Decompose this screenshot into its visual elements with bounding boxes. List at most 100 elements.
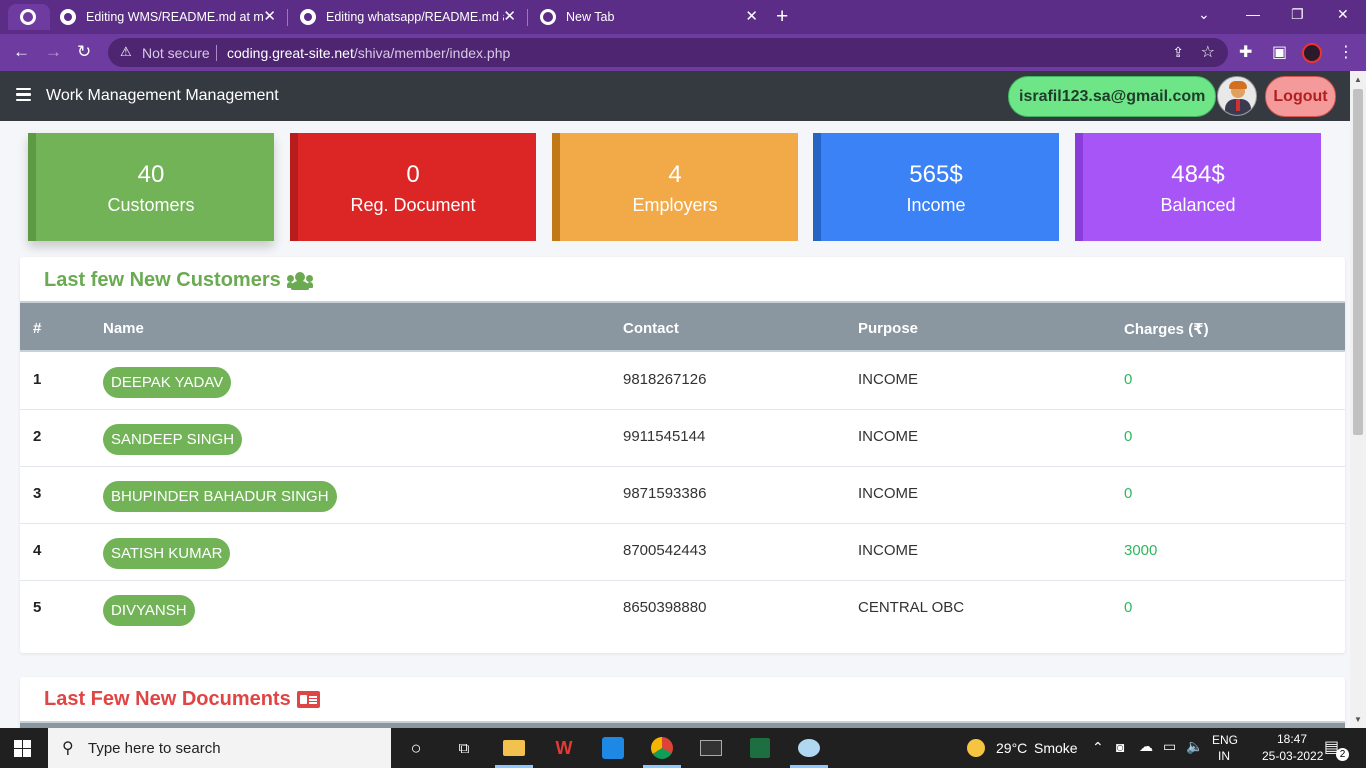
column-header-contact: Contact [623, 320, 679, 337]
restore-button[interactable]: ❐ [1291, 6, 1304, 23]
stat-label: Employers [632, 195, 718, 215]
new-customers-title: Last few New Customers [44, 269, 281, 291]
tab-whatsapp-readme[interactable]: Editing whatsapp/README.md at main ✕ [288, 4, 526, 30]
customer-name-badge[interactable]: BHUPINDER BAHADUR SINGH [103, 481, 337, 512]
profile-avatar[interactable] [1302, 43, 1322, 63]
weather-desc[interactable]: Smoke [1034, 740, 1078, 756]
user-email-badge[interactable]: israfil123.sa@gmail.com [1008, 76, 1217, 117]
taskbar-search-box[interactable]: ⚲ Type here to search [48, 728, 391, 768]
share-icon[interactable]: ⇪ [1172, 44, 1184, 61]
excel-icon[interactable] [745, 734, 775, 762]
forward-button[interactable]: → [45, 42, 62, 62]
id-card-icon [296, 691, 320, 708]
meet-now-icon[interactable]: ◙ [1116, 739, 1124, 755]
stat-card-reg-document[interactable]: 0 Reg. Document [290, 133, 536, 241]
onedrive-icon[interactable]: ☁ [1139, 738, 1153, 755]
stat-value: 4 [668, 161, 682, 188]
new-customers-card: Last few New Customers # Name Contact Pu… [20, 257, 1345, 653]
tab-search-chevron-icon[interactable]: ⌄ [1198, 6, 1210, 23]
stat-card-income[interactable]: 565$ Income [813, 133, 1059, 241]
github-icon [300, 9, 316, 25]
customer-charges: 0 [1124, 599, 1133, 616]
column-header-index: # [33, 320, 42, 337]
logout-button[interactable]: Logout [1265, 76, 1336, 117]
minimize-button[interactable]: — [1246, 6, 1260, 22]
menu-toggle-icon[interactable] [16, 88, 31, 102]
search-icon: ⚲ [62, 740, 74, 757]
github-icon [60, 9, 76, 25]
reload-button[interactable]: ↻ [77, 42, 91, 62]
search-placeholder: Type here to search [88, 740, 221, 757]
language-region[interactable]: IN [1218, 749, 1230, 763]
language-code[interactable]: ENG [1212, 733, 1238, 747]
chrome-taskbar-icon[interactable] [647, 734, 677, 762]
tab-wms-readme[interactable]: Editing WMS/README.md at main ✕ [48, 4, 286, 30]
paint-icon[interactable] [794, 734, 824, 762]
network-icon[interactable]: ▭ [1163, 738, 1176, 755]
app-brand[interactable]: Work Management Management [46, 87, 279, 105]
url-text[interactable]: coding.great-site.net/shiva/member/index… [227, 45, 510, 61]
scrollbar-thumb[interactable] [1353, 89, 1363, 435]
notification-count-badge[interactable]: 2 [1336, 748, 1349, 761]
volume-muted-icon[interactable]: 🔈 [1186, 738, 1203, 755]
warning-icon[interactable]: ⚠ [120, 44, 132, 60]
row-index: 5 [33, 599, 42, 616]
vscode-icon[interactable] [598, 734, 628, 762]
terminal-icon[interactable] [696, 734, 726, 762]
clock-date[interactable]: 25-03-2022 [1262, 749, 1323, 763]
customer-name-badge[interactable]: SANDEEP SINGH [103, 424, 243, 455]
show-hidden-icons-icon[interactable]: ⌃ [1092, 739, 1104, 756]
customer-contact: 9911545144 [623, 428, 706, 445]
clock-time[interactable]: 18:47 [1277, 732, 1307, 746]
task-view-icon[interactable]: ⧉ [449, 734, 479, 762]
back-button[interactable]: ← [13, 42, 30, 62]
side-panel-icon[interactable]: ▣ [1272, 42, 1287, 62]
close-tab-icon[interactable]: ✕ [745, 7, 758, 25]
user-avatar[interactable] [1217, 76, 1257, 116]
windows-start-button[interactable] [14, 740, 31, 757]
close-window-button[interactable]: ✕ [1337, 6, 1349, 23]
customer-name-badge[interactable]: SATISH KUMAR [103, 538, 231, 569]
row-index: 1 [33, 371, 42, 388]
stat-card-balanced[interactable]: 484$ Balanced [1075, 133, 1321, 241]
users-icon [286, 271, 313, 290]
new-tab-button[interactable]: + [776, 5, 788, 29]
tab-title: Editing WMS/README.md at main [86, 10, 264, 24]
weather-temp[interactable]: 29°C [996, 740, 1027, 756]
stat-card-customers[interactable]: 40 Customers [28, 133, 274, 241]
close-tab-icon[interactable]: ✕ [263, 7, 276, 25]
tab-search-home[interactable] [8, 4, 50, 30]
customer-purpose: CENTRAL OBC [858, 599, 965, 616]
browser-menu-icon[interactable]: ⋮ [1338, 42, 1354, 62]
close-tab-icon[interactable]: ✕ [503, 7, 516, 25]
new-documents-title: Last Few New Documents [44, 688, 291, 710]
bookmark-star-icon[interactable]: ☆ [1201, 42, 1215, 62]
address-bar[interactable]: ⚠ Not secure coding.great-site.net/shiva… [108, 38, 1228, 67]
url-host: coding.great-site.net [227, 45, 354, 61]
security-label[interactable]: Not secure [142, 45, 210, 61]
browser-tab-bar: Editing WMS/README.md at main ✕ Editing … [0, 0, 1366, 34]
column-header-purpose: Purpose [858, 320, 919, 337]
table-row: 5 DIVYANSH 8650398880 CENTRAL OBC 0 [20, 581, 1345, 638]
customer-name-badge[interactable]: DIVYANSH [103, 595, 195, 626]
weather-icon[interactable] [967, 739, 985, 757]
page-viewport: Work Management Management israfil123.sa… [0, 71, 1350, 728]
scroll-down-arrow-icon[interactable]: ▼ [1354, 715, 1362, 724]
url-path: /shiva/member/index.php [353, 45, 511, 61]
page-scrollbar[interactable]: ▲ ▼ [1350, 71, 1366, 728]
customer-charges: 3000 [1124, 542, 1158, 559]
stat-card-employers[interactable]: 4 Employers [552, 133, 798, 241]
cortana-icon[interactable]: ○ [401, 734, 431, 762]
documents-table-header [20, 721, 1345, 728]
customer-purpose: INCOME [858, 428, 918, 445]
customer-charges: 0 [1124, 428, 1133, 445]
wps-office-icon[interactable]: W [549, 734, 579, 762]
scroll-up-arrow-icon[interactable]: ▲ [1354, 75, 1362, 84]
customer-name-badge[interactable]: DEEPAK YADAV [103, 367, 232, 398]
tab-new-tab[interactable]: New Tab ✕ [528, 4, 768, 30]
chrome-icon [540, 9, 556, 25]
extensions-icon[interactable]: ✚ [1239, 42, 1252, 62]
column-header-charges: Charges (₹) [1124, 321, 1209, 338]
file-explorer-icon[interactable] [499, 734, 529, 762]
table-row: 2 SANDEEP SINGH 9911545144 INCOME 0 [20, 410, 1345, 467]
